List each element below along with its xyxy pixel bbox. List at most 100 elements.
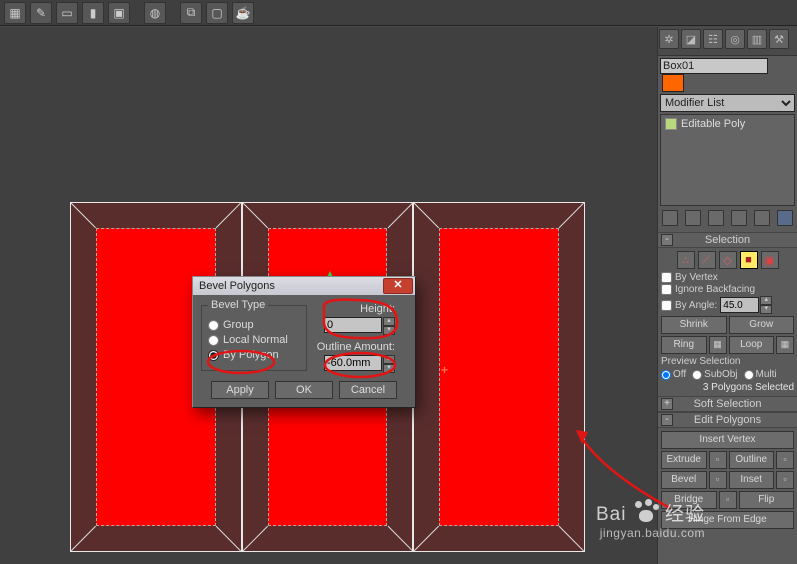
stack-item-label: Editable Poly <box>681 118 745 130</box>
modifier-list-dropdown[interactable]: Modifier List <box>660 94 795 112</box>
modifier-stack[interactable]: Editable Poly <box>660 114 795 206</box>
bevel-button[interactable]: Bevel <box>661 471 707 489</box>
preview-subobj-radio[interactable] <box>692 370 702 380</box>
outline-amount-input[interactable] <box>324 355 382 371</box>
tab-utilities[interactable]: ⚒ <box>769 29 789 49</box>
rollout-selection-title: Selection <box>705 234 750 246</box>
toolbar-globe-icon[interactable]: ◍ <box>144 2 166 24</box>
rollout-selection-body: ∴ ⟋ ◇ ■ ▣ By Vertex Ignore Backfacing By… <box>658 248 797 396</box>
bevel-type-group: Bevel Type Group Local Normal By Polygon <box>201 305 307 371</box>
hinge-button[interactable]: Hinge From Edge <box>661 511 794 529</box>
angle-down-icon[interactable]: ▾ <box>760 305 772 314</box>
loop-spinner-icon[interactable]: ▦ <box>776 336 794 354</box>
ignore-backfacing-checkbox[interactable] <box>661 284 672 295</box>
stack-toggle-icon[interactable] <box>665 118 677 130</box>
height-up-icon[interactable]: ▴ <box>383 317 395 326</box>
ring-button[interactable]: Ring <box>661 336 707 354</box>
toolbar-window-icon[interactable]: ▭ <box>56 2 78 24</box>
configure-sets-icon[interactable] <box>754 210 770 226</box>
remove-modifier-icon[interactable] <box>731 210 747 226</box>
ok-button[interactable]: OK <box>275 381 333 399</box>
collapse-icon-2[interactable]: - <box>661 414 673 426</box>
selection-count: 3 Polygons Selected <box>661 382 794 393</box>
object-color-swatch[interactable] <box>662 74 684 92</box>
ring-spinner-icon[interactable]: ▦ <box>709 336 727 354</box>
loop-button[interactable]: Loop <box>729 336 775 354</box>
preview-off-radio[interactable] <box>661 370 671 380</box>
rollout-editpolygons-title: Edit Polygons <box>694 414 761 426</box>
pin-stack-icon[interactable] <box>662 210 678 226</box>
bridge-button[interactable]: Bridge <box>661 491 717 509</box>
collapse-icon[interactable]: - <box>661 234 673 246</box>
inset-settings-icon[interactable]: ▫ <box>776 471 794 489</box>
ignore-backfacing-label: Ignore Backfacing <box>675 284 755 295</box>
bevel-polygons-dialog: Bevel Polygons ✕ Bevel Type Group Local … <box>192 276 416 408</box>
angle-up-icon[interactable]: ▴ <box>760 296 772 305</box>
cancel-button[interactable]: Cancel <box>339 381 397 399</box>
subobj-vertex-icon[interactable]: ∴ <box>677 251 695 269</box>
rollout-softselection-title: Soft Selection <box>694 398 762 410</box>
bevel-polygon-radio[interactable] <box>208 350 219 361</box>
by-angle-checkbox[interactable] <box>661 300 672 311</box>
outline-up-icon[interactable]: ▴ <box>383 355 395 364</box>
show-end-result-icon[interactable] <box>685 210 701 226</box>
shrink-button[interactable]: Shrink <box>661 316 727 334</box>
stack-item[interactable]: Editable Poly <box>665 118 790 130</box>
bevel-local-label: Local Normal <box>223 334 288 346</box>
panel-3 <box>413 202 585 552</box>
stack-button-row <box>660 208 795 228</box>
bevel-settings-icon[interactable]: ▫ <box>709 471 727 489</box>
height-down-icon[interactable]: ▾ <box>383 326 395 335</box>
toolbar-layout-icon[interactable]: ▦ <box>4 2 26 24</box>
toolbar-materials-icon[interactable]: ▮ <box>82 2 104 24</box>
by-angle-input[interactable] <box>720 297 759 313</box>
flip-button[interactable]: Flip <box>739 491 795 509</box>
bevel-local-radio[interactable] <box>208 335 219 346</box>
toolbar-teapot-icon[interactable]: ☕ <box>232 2 254 24</box>
expand-icon[interactable]: + <box>661 398 673 410</box>
dialog-close-button[interactable]: ✕ <box>383 278 413 294</box>
save-preset-icon[interactable] <box>777 210 793 226</box>
face-3[interactable] <box>439 228 559 526</box>
insert-vertex-button[interactable]: Insert Vertex <box>661 431 794 449</box>
tab-create[interactable]: ✲ <box>659 29 679 49</box>
toolbar-render-icon[interactable]: ▣ <box>108 2 130 24</box>
tab-motion[interactable]: ◎ <box>725 29 745 49</box>
tab-display[interactable]: ▥ <box>747 29 767 49</box>
command-panel-tabs: ✲ ◪ ☷ ◎ ▥ ⚒ <box>658 27 797 56</box>
height-input[interactable] <box>324 317 382 333</box>
rollout-selection-header[interactable]: - Selection <box>658 232 797 248</box>
outline-down-icon[interactable]: ▾ <box>383 364 395 373</box>
apply-button[interactable]: Apply <box>211 381 269 399</box>
preview-multi-radio[interactable] <box>744 370 754 380</box>
preview-subobj-label: SubObj <box>704 369 737 380</box>
by-vertex-checkbox[interactable] <box>661 272 672 283</box>
toolbar-copy-icon[interactable]: ⧉ <box>180 2 202 24</box>
extrude-button[interactable]: Extrude <box>661 451 707 469</box>
rollout-softselection-header[interactable]: + Soft Selection <box>658 396 797 412</box>
grow-button[interactable]: Grow <box>729 316 795 334</box>
outline-amount-label: Outline Amount: <box>315 341 395 353</box>
tab-modify[interactable]: ◪ <box>681 29 701 49</box>
subobj-polygon-icon[interactable]: ■ <box>740 251 758 269</box>
rollout-editpolygons-header[interactable]: - Edit Polygons <box>658 412 797 428</box>
outline-settings-icon[interactable]: ▫ <box>776 451 794 469</box>
tab-hierarchy[interactable]: ☷ <box>703 29 723 49</box>
subobj-border-icon[interactable]: ◇ <box>719 251 737 269</box>
bevel-group-radio[interactable] <box>208 320 219 331</box>
toolbar-open-icon[interactable]: ✎ <box>30 2 52 24</box>
bridge-settings-icon[interactable]: ▫ <box>719 491 737 509</box>
dialog-titlebar[interactable]: Bevel Polygons ✕ <box>193 277 415 295</box>
subobj-element-icon[interactable]: ▣ <box>761 251 779 269</box>
outline-button[interactable]: Outline <box>729 451 775 469</box>
inset-button[interactable]: Inset <box>729 471 775 489</box>
extrude-settings-icon[interactable]: ▫ <box>709 451 727 469</box>
subobj-edge-icon[interactable]: ⟋ <box>698 251 716 269</box>
make-unique-icon[interactable] <box>708 210 724 226</box>
toolbar-paste-icon[interactable]: ▢ <box>206 2 228 24</box>
object-name-input[interactable] <box>660 58 768 74</box>
height-label: Height: <box>315 303 395 315</box>
rollout-editpolygons-body: Insert Vertex Extrude ▫ Outline ▫ Bevel … <box>658 428 797 532</box>
preview-off-label: Off <box>673 369 686 380</box>
preview-label: Preview Selection <box>661 356 794 367</box>
